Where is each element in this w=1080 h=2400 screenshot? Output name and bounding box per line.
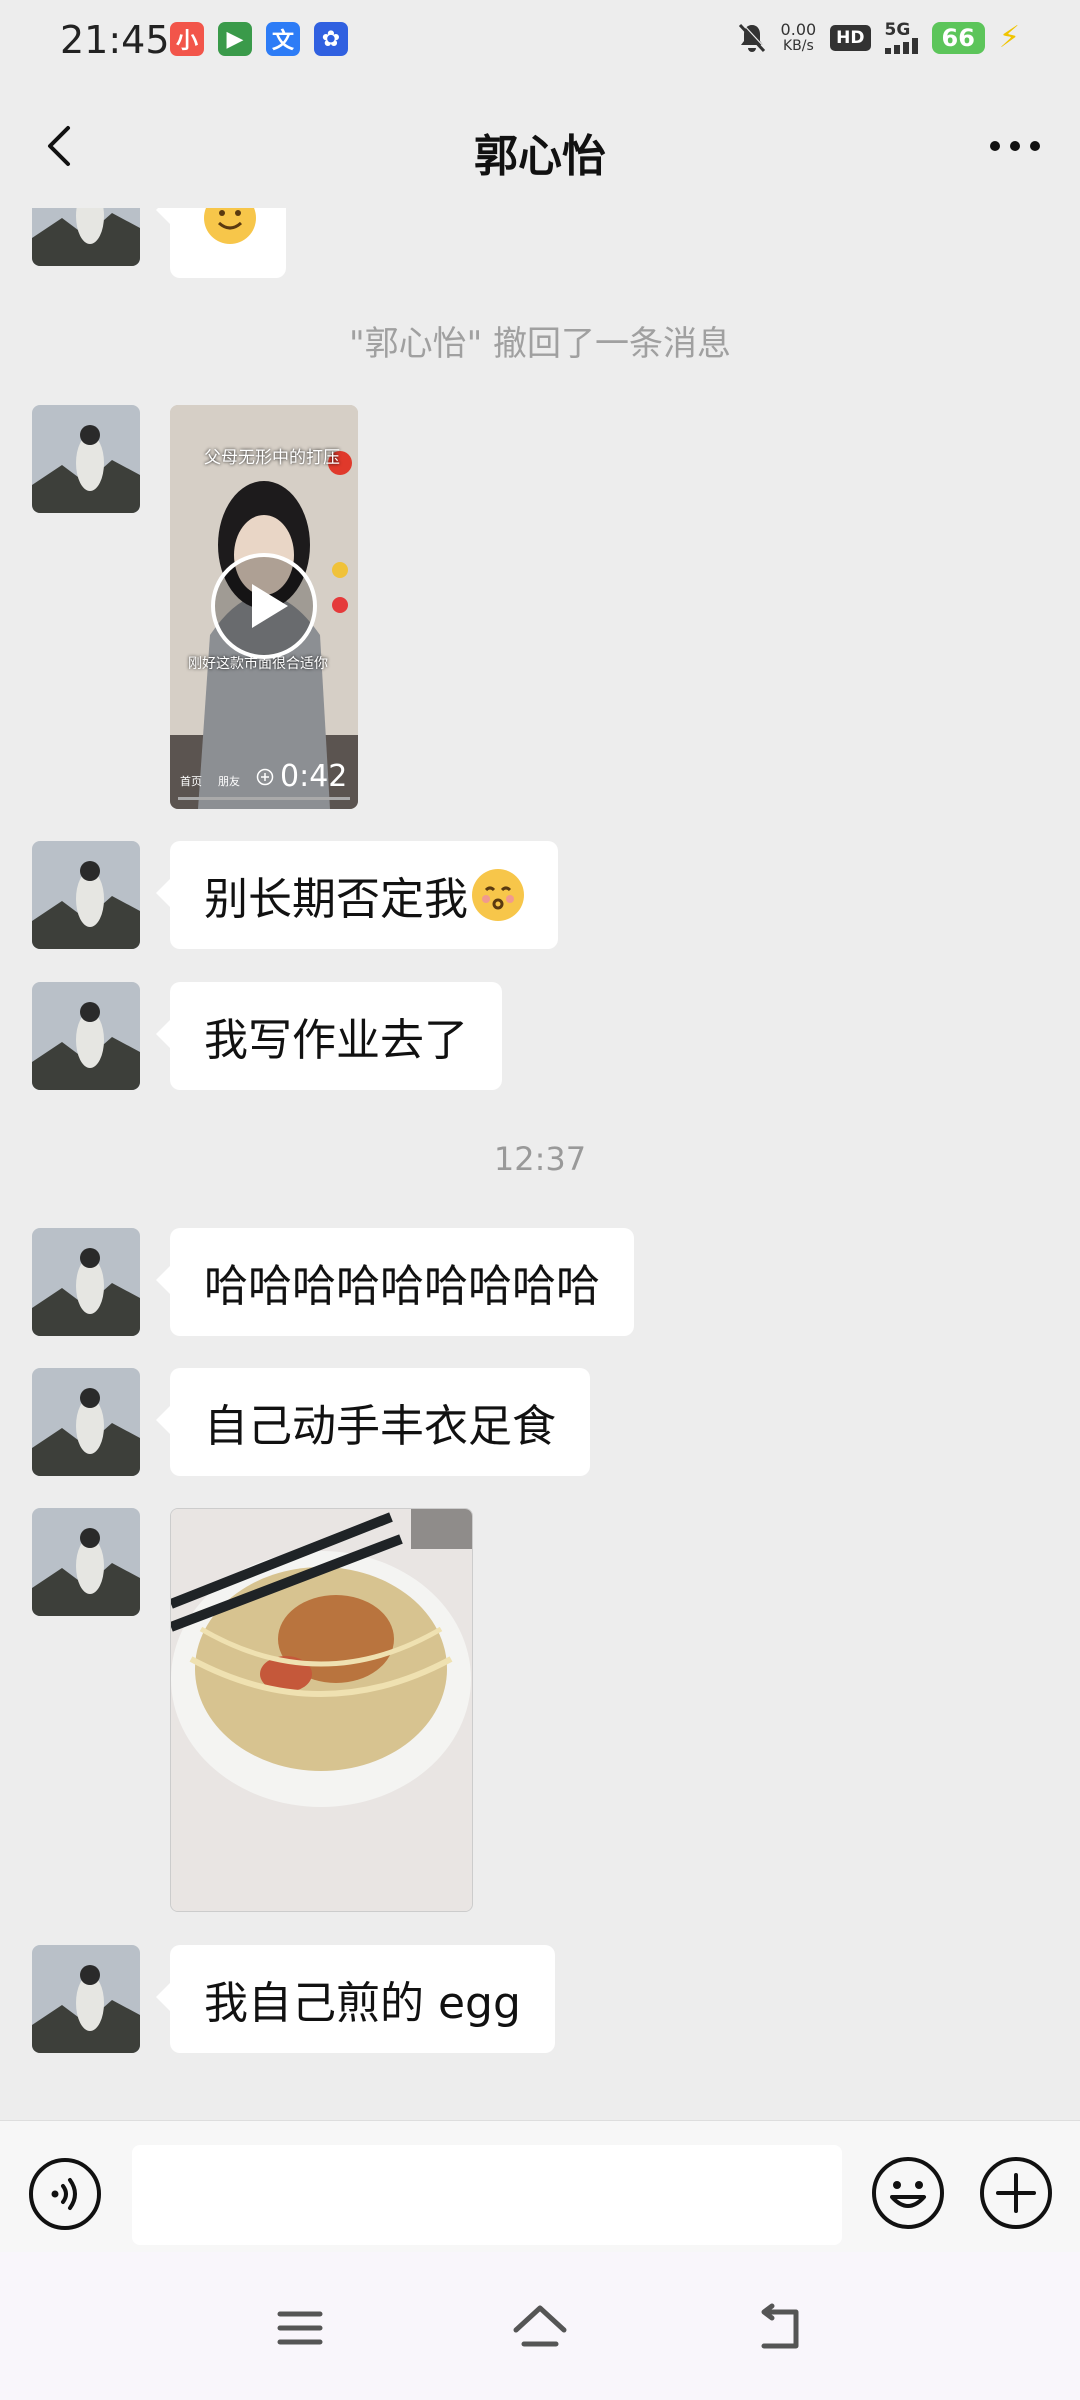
video-overlay-title: 父母无形中的打压 [204, 448, 340, 468]
translate-app-icon: 文 [266, 22, 300, 56]
message-bubble[interactable]: 我自己煎的 egg [156, 1945, 555, 2053]
hd-badge: HD [830, 24, 871, 51]
battery-icon: 66 [931, 21, 985, 54]
contact-avatar[interactable] [32, 982, 140, 1090]
message-text: 我自己煎的 egg [204, 1978, 521, 2029]
message-text: 我写作业去了 [204, 1015, 468, 1066]
contact-avatar[interactable] [32, 1945, 140, 2053]
recall-notice: "郭心怡" 撤回了一条消息 [348, 324, 732, 364]
video-message[interactable]: 父母无形中的打压 刚好这款市面很合适你 首页 朋友 0:42 [170, 405, 358, 809]
page-title: 郭心怡 [474, 131, 606, 182]
video-duration: 0:42 [256, 759, 347, 794]
contact-avatar[interactable] [32, 405, 140, 513]
message-bubble[interactable]: 我写作业去了 [156, 982, 502, 1090]
message-input[interactable] [132, 2145, 842, 2245]
signal-icon: 5G [884, 19, 918, 54]
status-bar: 21:45 小 ▶ 文 ✿ 0.00 KB/s HD 5G 66 ⚡ [0, 0, 1080, 84]
more-actions-plus-icon[interactable] [978, 2155, 1054, 2231]
message-text: 自己动手丰衣足食 [204, 1401, 556, 1452]
smile-emoji-icon [204, 208, 256, 244]
message-bubble[interactable]: 自己动手丰衣足食 [156, 1368, 590, 1476]
contact-avatar[interactable] [32, 1228, 140, 1336]
network-speed: 0.00 KB/s [780, 19, 817, 54]
back-nav-icon[interactable] [752, 2298, 812, 2358]
contact-avatar[interactable] [32, 1368, 140, 1476]
noodle-bowl-photo [171, 1509, 472, 1911]
mute-icon [738, 22, 766, 52]
contact-avatar[interactable] [32, 1508, 140, 1616]
message-text: 别长期否定我 [204, 874, 468, 925]
emoji-picker-icon[interactable] [870, 2155, 946, 2231]
game-app-icon: ▶ [218, 22, 252, 56]
video-duration-text: 0:42 [280, 759, 348, 794]
contact-avatar[interactable] [32, 841, 140, 949]
chat-header: 郭心怡 [0, 84, 1080, 208]
message-list[interactable]: "郭心怡" 撤回了一条消息 父母无形中的打压 刚好这款市面很合适你 首页 朋友 … [0, 208, 1080, 2120]
baidu-app-icon: ✿ [314, 22, 348, 56]
contact-avatar[interactable] [32, 208, 140, 266]
charging-icon: ⚡ [998, 20, 1020, 55]
voice-input-icon[interactable] [28, 2157, 102, 2231]
system-navigation-bar [0, 2252, 1080, 2400]
status-app-icons: 小 ▶ 文 ✿ [170, 22, 348, 56]
network-speed-value: 0.00 [780, 19, 817, 39]
message-text: 哈哈哈哈哈哈哈哈哈 [204, 1261, 600, 1312]
chat-input-bar [0, 2120, 1080, 2252]
more-options-icon[interactable] [980, 118, 1050, 174]
battery-level: 66 [941, 23, 975, 52]
video-tab-home: 首页 [180, 775, 202, 788]
status-indicators: 0.00 KB/s HD 5G 66 ⚡ [737, 20, 1020, 55]
message-bubble[interactable]: 别长期否定我 [156, 841, 558, 949]
video-tab-friends: 朋友 [218, 775, 240, 788]
kiss-emoji-icon [472, 869, 524, 921]
xiaohongshu-app-icon: 小 [170, 22, 204, 56]
message-bubble[interactable]: 哈哈哈哈哈哈哈哈哈 [156, 1228, 634, 1336]
home-icon[interactable] [510, 2298, 570, 2358]
network-speed-unit: KB/s [782, 37, 814, 54]
emoji-message-bubble[interactable] [156, 208, 286, 278]
network-type: 5G [884, 19, 911, 40]
play-icon[interactable] [209, 551, 319, 661]
status-time: 21:45 [60, 18, 170, 62]
menu-icon[interactable] [270, 2298, 330, 2358]
message-timestamp: 12:37 [493, 1140, 587, 1178]
image-message[interactable] [170, 1508, 473, 1912]
add-circle-icon [256, 768, 274, 785]
